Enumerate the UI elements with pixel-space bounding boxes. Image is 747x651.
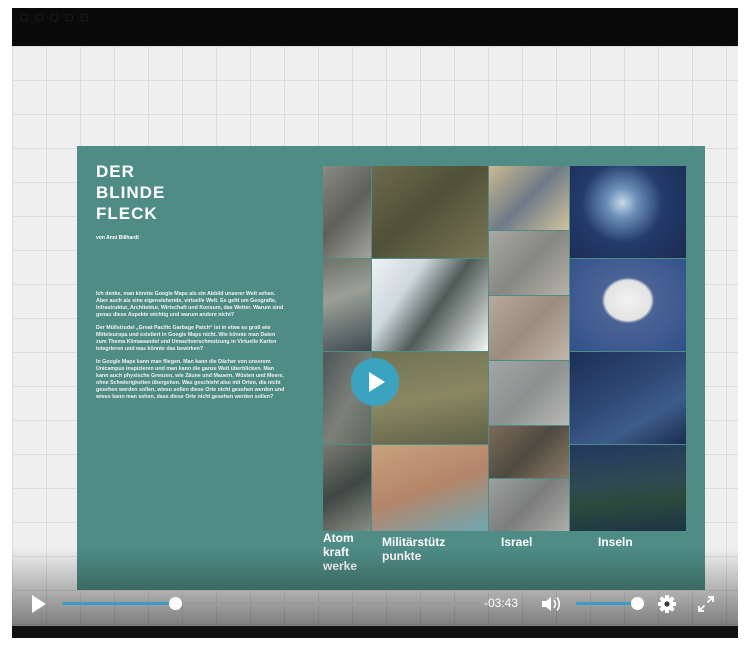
mute-button[interactable] xyxy=(540,594,564,614)
seek-bar-progress xyxy=(62,602,175,605)
slide-author: von Anni Billhardt xyxy=(96,235,139,241)
satellite-image-nuclear-2 xyxy=(323,259,371,351)
satellite-image-island-1 xyxy=(570,166,686,258)
settings-button[interactable] xyxy=(657,594,677,614)
fullscreen-button[interactable] xyxy=(696,594,716,614)
play-icon xyxy=(369,372,385,392)
play-icon xyxy=(32,595,46,613)
volume-icon xyxy=(542,597,561,611)
column-label-line: Israel xyxy=(501,535,533,549)
column-label-line: Militärstütz xyxy=(382,535,446,549)
slide-title: DER BLINDE FLECK xyxy=(96,161,165,224)
seek-bar-handle[interactable] xyxy=(168,597,182,610)
slide-title-line: FLECK xyxy=(96,204,158,223)
volume-slider[interactable] xyxy=(576,597,644,610)
column-label-islands: Inseln xyxy=(598,535,633,549)
satellite-image-military-4 xyxy=(372,445,488,531)
time-remaining: -03:43 xyxy=(484,596,519,610)
seek-bar[interactable] xyxy=(62,597,480,610)
satellite-image-israel-3 xyxy=(489,296,569,360)
satellite-image-israel-1 xyxy=(489,166,569,230)
play-overlay-button[interactable] xyxy=(351,358,399,406)
column-label-line: Atom xyxy=(323,531,354,545)
volume-slider-level xyxy=(576,602,637,605)
volume-slider-handle[interactable] xyxy=(630,597,644,610)
slide-title-line: DER xyxy=(96,162,135,181)
satellite-image-nuclear-1 xyxy=(323,166,371,258)
slide-body-text: Ich denke, man könnte Google Maps als ei… xyxy=(96,291,286,407)
satellite-image-island-3 xyxy=(570,352,686,444)
satellite-image-military-2 xyxy=(372,259,488,351)
gear-icon xyxy=(658,595,676,613)
satellite-image-island-4 xyxy=(570,445,686,531)
top-bar-faded-icons: ▢ ▢ ▢ ▢ ▢ xyxy=(20,12,91,22)
satellite-image-nuclear-4 xyxy=(323,445,371,531)
slide-paragraph: Der Müllstrudel „Great Pacific Garbage P… xyxy=(96,325,277,352)
satellite-image-island-2 xyxy=(570,259,686,351)
satellite-image-israel-5 xyxy=(489,426,569,478)
satellite-image-military-1 xyxy=(372,166,488,258)
satellite-image-israel-6 xyxy=(489,479,569,531)
column-label-israel: Israel xyxy=(501,535,532,549)
player-bottom-bar xyxy=(12,626,738,638)
player-top-bar: ▢ ▢ ▢ ▢ ▢ xyxy=(12,8,738,46)
slide-title-line: BLINDE xyxy=(96,183,166,202)
play-button[interactable] xyxy=(30,593,48,615)
slide-paragraph: In Google Maps kann man fliegen. Man kan… xyxy=(96,359,285,400)
satellite-image-israel-4 xyxy=(489,361,569,425)
presentation-slide: DER BLINDE FLECK von Anni Billhardt Ich … xyxy=(77,146,705,590)
column-label-line: Inseln xyxy=(598,535,633,549)
video-player[interactable]: ▢ ▢ ▢ ▢ ▢ DER BLINDE FLECK von Anni Bill… xyxy=(12,8,738,638)
player-controls: -03:43 xyxy=(12,587,738,621)
slide-paragraph: Ich denke, man könnte Google Maps als ei… xyxy=(96,291,284,318)
satellite-image-israel-2 xyxy=(489,231,569,295)
fullscreen-icon xyxy=(698,596,714,612)
